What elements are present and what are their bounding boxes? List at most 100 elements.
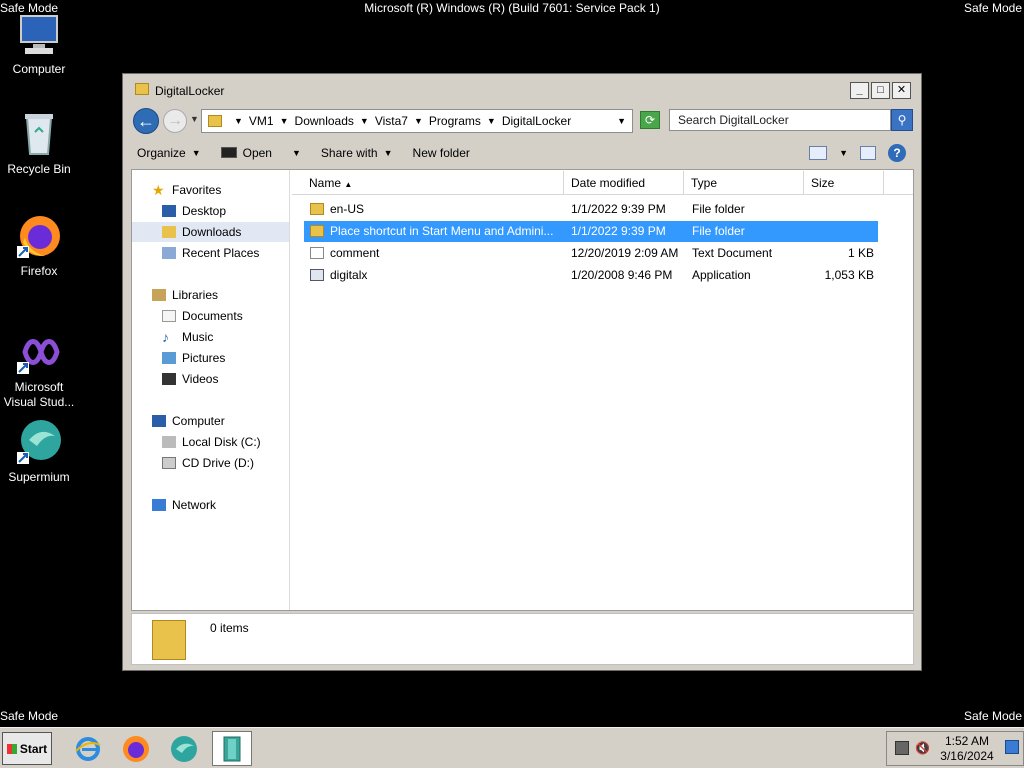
command-bar: Organize ▼ Open ▼ Share with ▼ New folder ▼… (131, 139, 914, 166)
address-history-dropdown[interactable]: ▼ (617, 116, 626, 126)
nav-computer[interactable]: Computer (152, 411, 225, 431)
taskbar-supermium[interactable] (164, 731, 204, 766)
recent-pages-dropdown[interactable]: ▼ (190, 114, 199, 124)
window-titlebar[interactable]: DigitalLocker _ □ ✕ (123, 74, 921, 105)
firefox-icon (15, 212, 63, 260)
minimize-button[interactable]: _ (850, 82, 869, 99)
search-icon[interactable]: ⚲ (891, 109, 913, 131)
file-date-modified: 1/1/2022 9:39 PM (571, 224, 666, 238)
nav-downloads[interactable]: Downloads (132, 222, 289, 242)
column-header-name[interactable]: Name ▲ (302, 171, 564, 195)
pictures-icon (162, 352, 176, 364)
chevron-down-icon[interactable]: ▼ (234, 116, 243, 126)
file-type: Text Document (692, 246, 773, 260)
share-with-button[interactable]: Share with ▼ (321, 146, 393, 160)
file-type: File folder (692, 224, 745, 238)
chevron-down-icon[interactable]: ▼ (414, 116, 423, 126)
nav-desktop[interactable]: Desktop (162, 201, 226, 221)
desktop-icon-computer[interactable]: Computer (0, 10, 78, 77)
file-date-modified: 12/20/2019 2:09 AM (571, 246, 679, 260)
column-header-size[interactable]: Size (804, 171, 884, 195)
downloads-folder-icon (162, 226, 176, 238)
breadcrumb-downloads[interactable]: Downloads ▼ (295, 114, 375, 128)
nav-cd-drive[interactable]: CD Drive (D:) (162, 453, 254, 473)
desktop-icon-label: Computer (12, 62, 66, 76)
folder-icon (208, 115, 222, 127)
close-button[interactable]: ✕ (892, 82, 911, 99)
show-desktop-icon[interactable] (1005, 740, 1019, 754)
safe-mode-label-bottom-left: Safe Mode (0, 709, 59, 723)
chevron-down-icon[interactable]: ▼ (280, 116, 289, 126)
safe-mode-label-top-right: Safe Mode (963, 1, 1022, 15)
table-row[interactable]: digitalx 1/20/2008 9:46 PM Application 1,05… (304, 265, 878, 286)
start-button[interactable]: Start (2, 732, 52, 765)
nav-libraries[interactable]: Libraries (152, 285, 218, 305)
chevron-down-icon: ▼ (291, 147, 301, 158)
breadcrumb-vista7[interactable]: Vista7 ▼ (375, 114, 429, 128)
volume-muted-icon[interactable]: 🔇 (915, 741, 930, 755)
desktop-icon-supermium[interactable]: Supermium (0, 418, 78, 485)
change-view-icon[interactable] (809, 146, 828, 160)
refresh-button[interactable]: ⟳ (640, 111, 660, 129)
help-icon[interactable]: ? (888, 144, 906, 162)
breadcrumb-programs[interactable]: Programs ▼ (429, 114, 502, 128)
nav-videos[interactable]: Videos (162, 369, 218, 389)
desktop-icon-recycle-bin[interactable]: Recycle Bin (0, 110, 78, 177)
file-name: en-US (330, 202, 365, 216)
file-name: Place shortcut in Start Menu and Admini.… (330, 224, 554, 238)
view-options-dropdown[interactable]: ▼ (839, 148, 848, 158)
desktop-icon-firefox[interactable]: Firefox (0, 212, 78, 279)
breadcrumb-vm1[interactable]: VM1 ▼ (249, 114, 295, 128)
libraries-icon (152, 289, 166, 301)
computer-icon (15, 10, 63, 58)
search-input[interactable]: Search DigitalLocker (669, 109, 891, 131)
supermium-icon (15, 418, 63, 466)
safe-mode-label-bottom-right: Safe Mode (963, 709, 1022, 723)
clock[interactable]: 1:52 AM 3/16/2024 (937, 734, 997, 764)
system-tray: 🔇 1:52 AM 3/16/2024 (886, 731, 1024, 766)
open-button[interactable]: Open ▼ (220, 146, 301, 160)
nav-documents[interactable]: Documents (162, 306, 243, 326)
nav-music[interactable]: ♪ Music (162, 327, 213, 347)
address-bar[interactable]: ▼ VM1 ▼ Downloads ▼ Vista7 ▼ Programs ▼ Digi… (201, 109, 633, 133)
folder-icon (310, 225, 324, 237)
folder-icon (310, 203, 324, 215)
forward-button[interactable]: → (163, 109, 187, 133)
chevron-down-icon[interactable]: ▼ (360, 116, 369, 126)
nav-pictures[interactable]: Pictures (162, 348, 225, 368)
network-disconnected-icon[interactable] (895, 741, 909, 755)
desktop-icon-visual-studio[interactable]: Microsoft Visual Stud... (0, 328, 78, 410)
explorer-folder-icon (223, 736, 241, 761)
maximize-button[interactable]: □ (871, 82, 890, 99)
table-row[interactable]: Place shortcut in Start Menu and Admini.… (304, 221, 878, 242)
taskbar-explorer[interactable] (212, 731, 252, 766)
nav-recent-places[interactable]: Recent Places (162, 243, 259, 263)
breadcrumb-digitallocker[interactable]: DigitalLocker (502, 114, 571, 128)
new-folder-button[interactable]: New folder (413, 146, 470, 160)
table-row[interactable]: comment 12/20/2019 2:09 AM Text Document 1 … (304, 243, 878, 264)
taskbar-firefox[interactable] (116, 731, 156, 766)
nav-favorites[interactable]: ★ Favorites (152, 180, 221, 200)
column-header-date-modified[interactable]: Date modified (564, 171, 684, 195)
preview-pane-icon[interactable] (860, 146, 876, 160)
desktop-icon-label: Microsoft Visual Stud... (3, 380, 75, 409)
taskbar-internet-explorer[interactable] (68, 731, 108, 766)
organize-button[interactable]: Organize ▼ (137, 146, 201, 160)
explorer-window: DigitalLocker _ □ ✕ ← → ▼ ▼ VM1 ▼ Downloa… (122, 73, 922, 671)
recycle-bin-icon (15, 110, 63, 158)
firefox-icon (123, 735, 149, 762)
nav-network[interactable]: Network (152, 495, 216, 515)
clock-date: 3/16/2024 (940, 749, 994, 763)
nav-local-disk[interactable]: Local Disk (C:) (162, 432, 261, 452)
internet-explorer-icon (75, 736, 101, 761)
desktop-icon-label: Supermium (8, 470, 70, 484)
column-header-type[interactable]: Type (684, 171, 804, 195)
details-pane: 0 items (131, 613, 914, 665)
chevron-down-icon[interactable]: ▼ (487, 116, 496, 126)
navigation-pane: ★ Favorites Desktop Downloads Recent Plac… (132, 170, 290, 610)
table-row[interactable]: en-US 1/1/2022 9:39 PM File folder (304, 199, 878, 220)
documents-icon (162, 310, 176, 322)
application-icon (220, 147, 237, 158)
back-button[interactable]: ← (133, 108, 159, 134)
visual-studio-icon (15, 328, 63, 376)
